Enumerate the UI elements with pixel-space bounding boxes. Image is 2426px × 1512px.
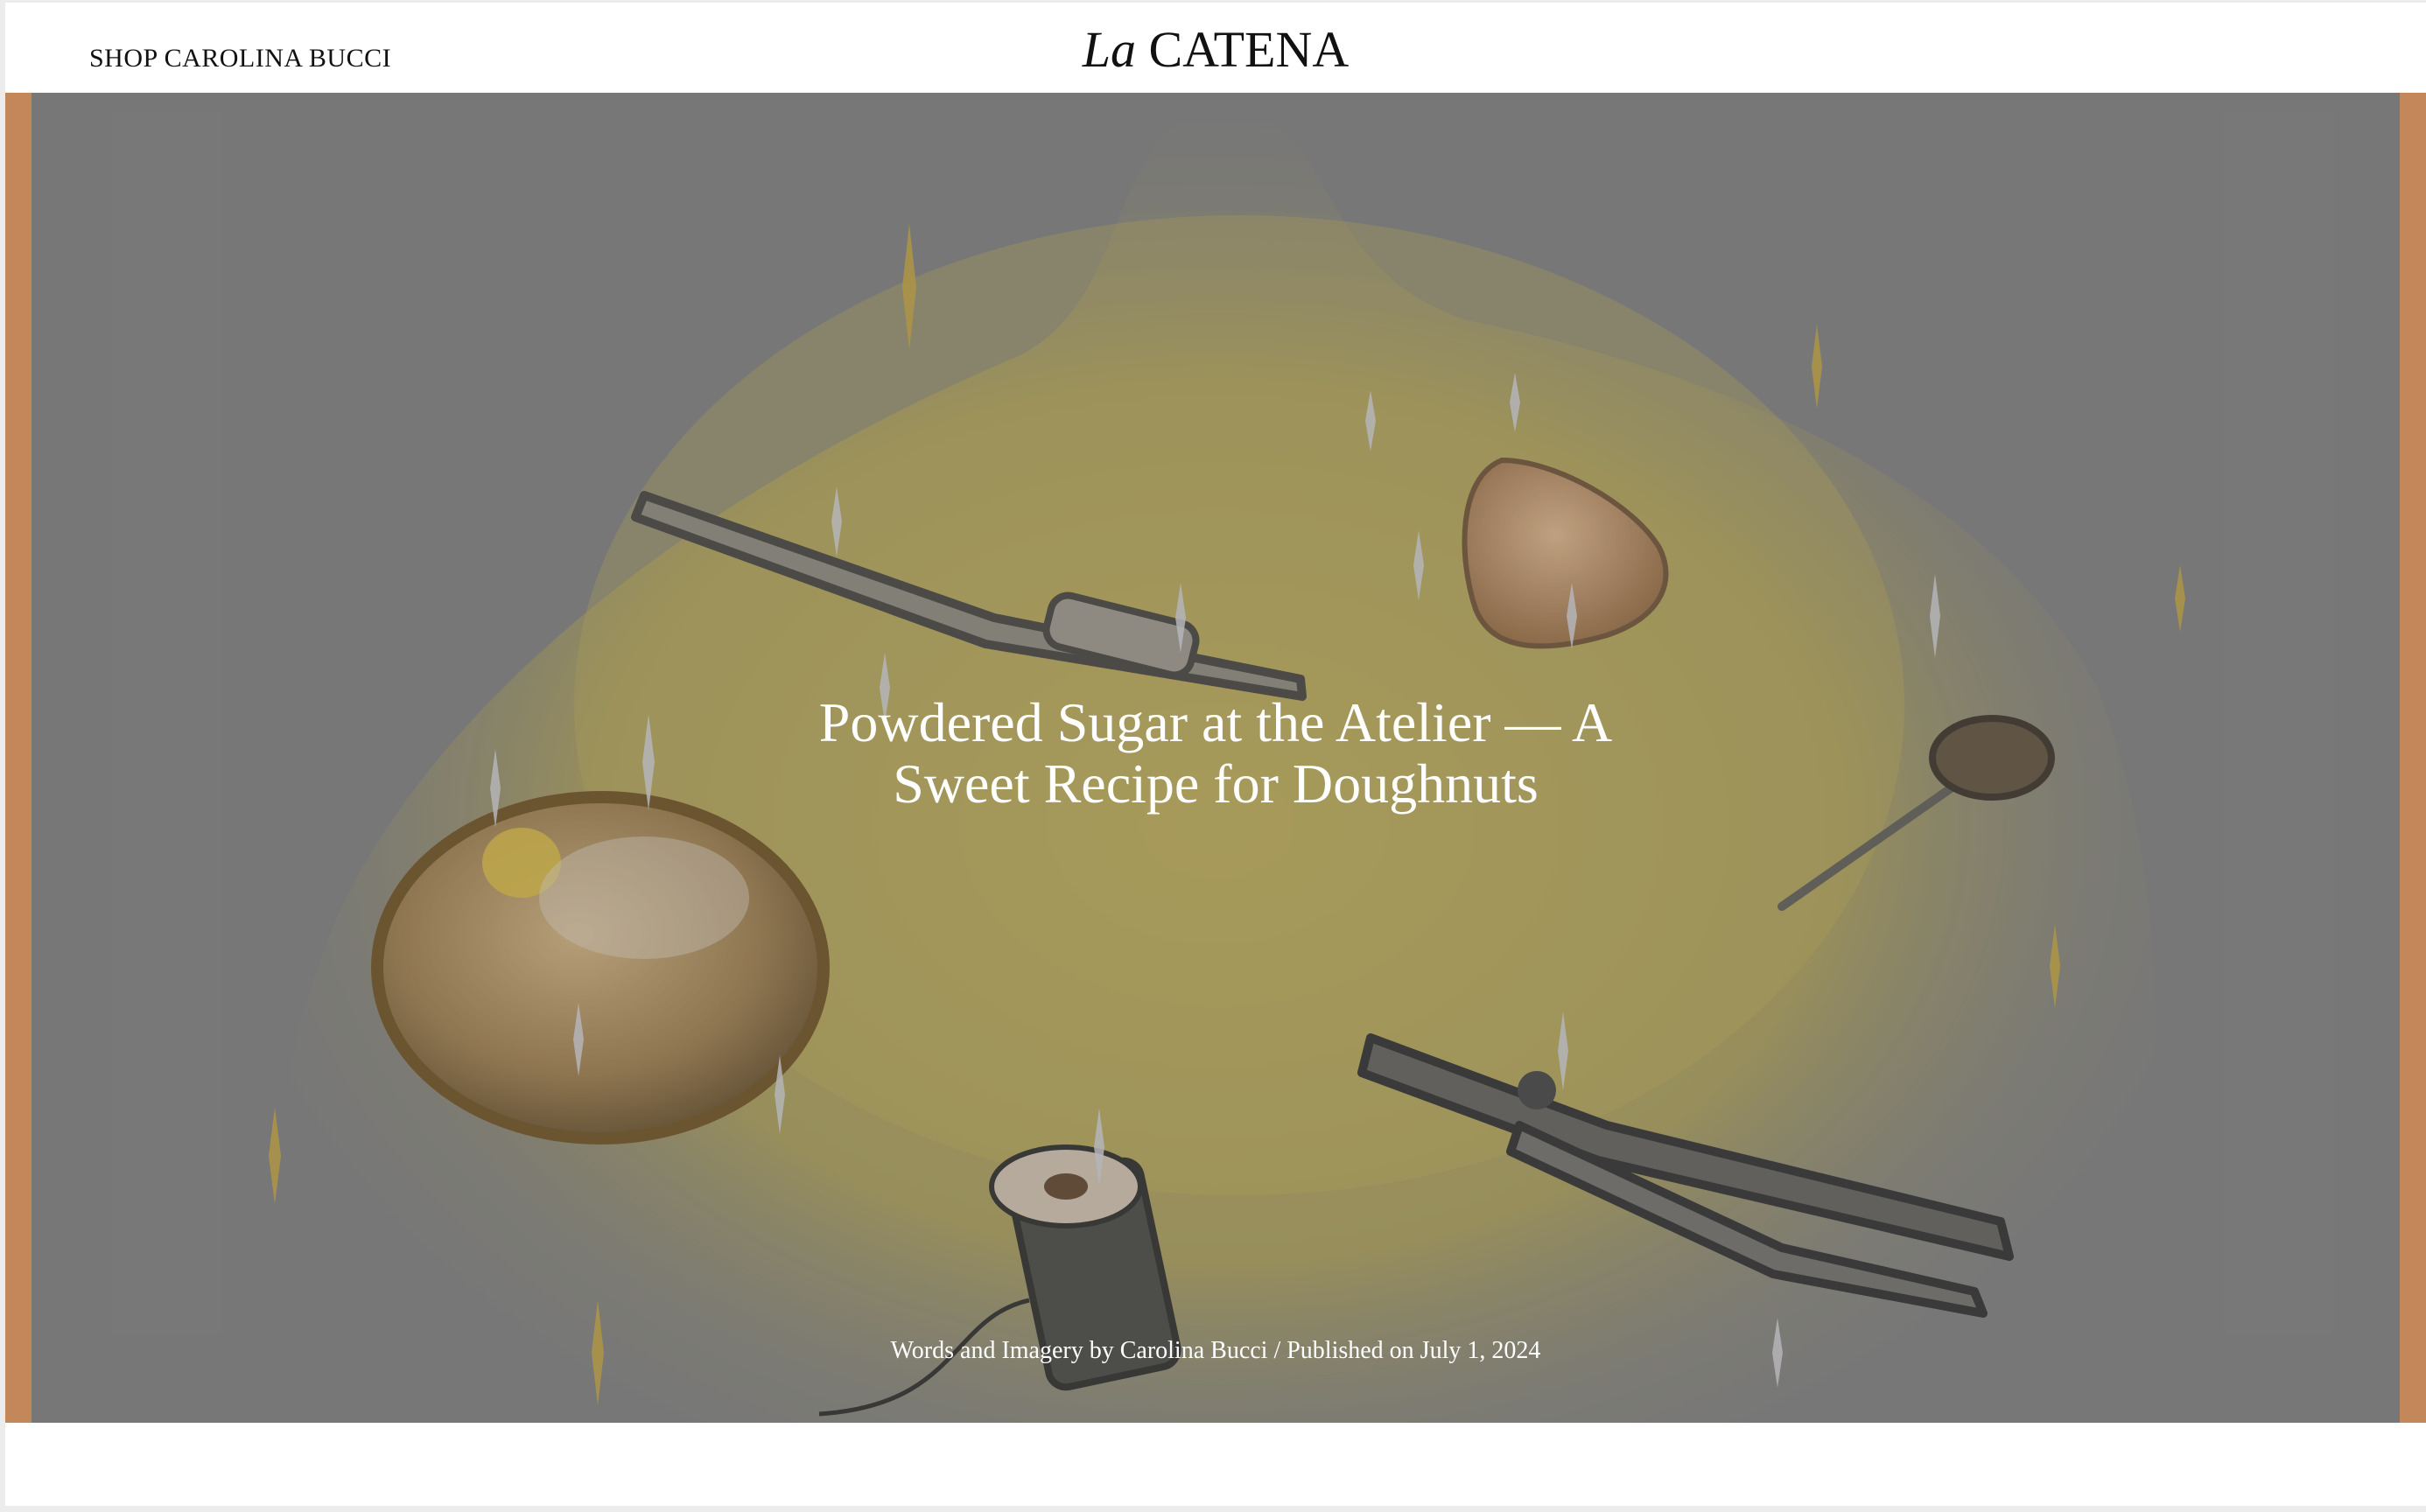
article-title: Powdered Sugar at the Atelier — A Sweet …: [5, 692, 2426, 815]
article-title-line-2: Sweet Recipe for Doughnuts: [893, 752, 1539, 815]
article-title-line-1: Powdered Sugar at the Atelier — A: [818, 691, 1613, 753]
logo-main-text: CATENA: [1148, 21, 1350, 78]
site-header: SHOP CAROLINA BUCCI La CATENA: [5, 3, 2426, 93]
article-byline: Words and Imagery by Carolina Bucci / Pu…: [890, 1337, 1541, 1364]
site-logo[interactable]: La CATENA: [5, 20, 2426, 79]
logo-italic-text: La: [1082, 21, 1136, 78]
hero-section: Powdered Sugar at the Atelier — A Sweet …: [5, 93, 2426, 1423]
page-frame: SHOP CAROLINA BUCCI La CATENA Powdered S…: [5, 3, 2426, 1506]
